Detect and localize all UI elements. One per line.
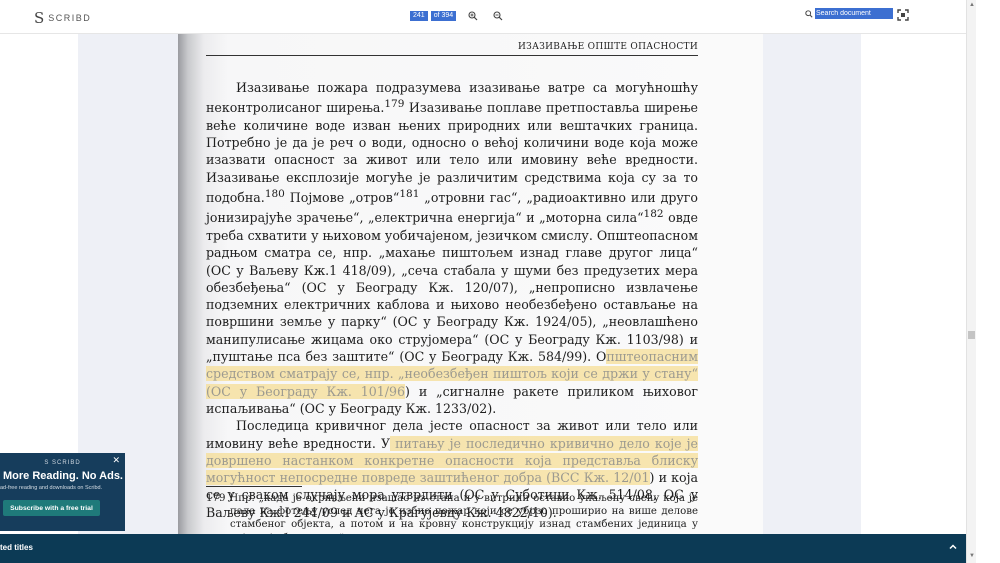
related-titles-bar[interactable]: ted titles [0,534,966,563]
footnote-ref[interactable]: 180 [265,188,285,200]
document-page: ИЗАЗИВАЊЕ ОПШТЕ ОПАСНОСТИ Изазивање пожа… [178,34,763,534]
related-titles-label: ted titles [0,543,33,552]
scroll-up-icon[interactable]: ▲ [969,2,975,8]
page-total: of 394 [430,11,457,21]
promo-popup: ✕ S SCRIBD More Reading. No Ads. ad-free… [0,453,125,531]
text-span: Појмове „отров“ [284,190,400,206]
scrollbar-thumb[interactable] [968,331,975,339]
vertical-scrollbar[interactable]: ▲ ▼ [966,0,976,563]
promo-brand: S SCRIBD [0,460,125,466]
page-navigator: 241 of 394 [410,9,506,23]
scribd-logo-text: SCRIBD [48,13,92,23]
promo-subtitle: ad-free reading and downloads on Scribd. [0,485,103,491]
scribd-logo-icon: S [44,460,50,466]
zoom-out-icon[interactable] [490,9,506,23]
promo-brand-text: SCRIBD [52,460,81,466]
search-document-input[interactable] [815,8,893,19]
document-body: Изазивање пожара подразумева изазивање в… [206,79,698,521]
current-page-input[interactable]: 241 [410,11,428,21]
footnote-divider [206,486,302,487]
document-search [805,8,893,19]
footnote-ref[interactable]: 182 [644,208,664,220]
window-edge [976,0,1000,563]
paragraph-1: Изазивање пожара подразумева изазивање в… [206,79,698,417]
footnote-179: 179 Нпр. „када је окривљени изашао из ст… [206,493,698,534]
search-icon[interactable] [805,9,813,18]
footnote-ref[interactable]: 181 [399,188,419,200]
subscribe-button[interactable]: Subscribe with a free trial [3,500,100,516]
scribd-reader: S SCRIBD 241 of 394 ИЗАЗИВАЊЕ ОПШТЕ ОПАС… [0,0,1000,563]
chevron-up-icon[interactable] [946,540,960,554]
footnote-ref[interactable]: 179 [384,98,404,110]
promo-title: More Reading. No Ads. [3,470,123,482]
text-span: овде треба схватити у њиховом уобичајено… [206,210,698,365]
top-toolbar: S SCRIBD 241 of 394 [0,0,966,34]
fullscreen-icon[interactable] [897,9,909,21]
reader-margin-right [763,34,861,534]
running-header: ИЗАЗИВАЊЕ ОПШТЕ ОПАСНОСТИ [206,42,698,56]
zoom-in-icon[interactable] [465,9,481,23]
scroll-down-icon[interactable]: ▼ [969,553,975,559]
scribd-logo[interactable]: S SCRIBD [34,9,91,27]
scribd-logo-icon: S [34,9,45,27]
